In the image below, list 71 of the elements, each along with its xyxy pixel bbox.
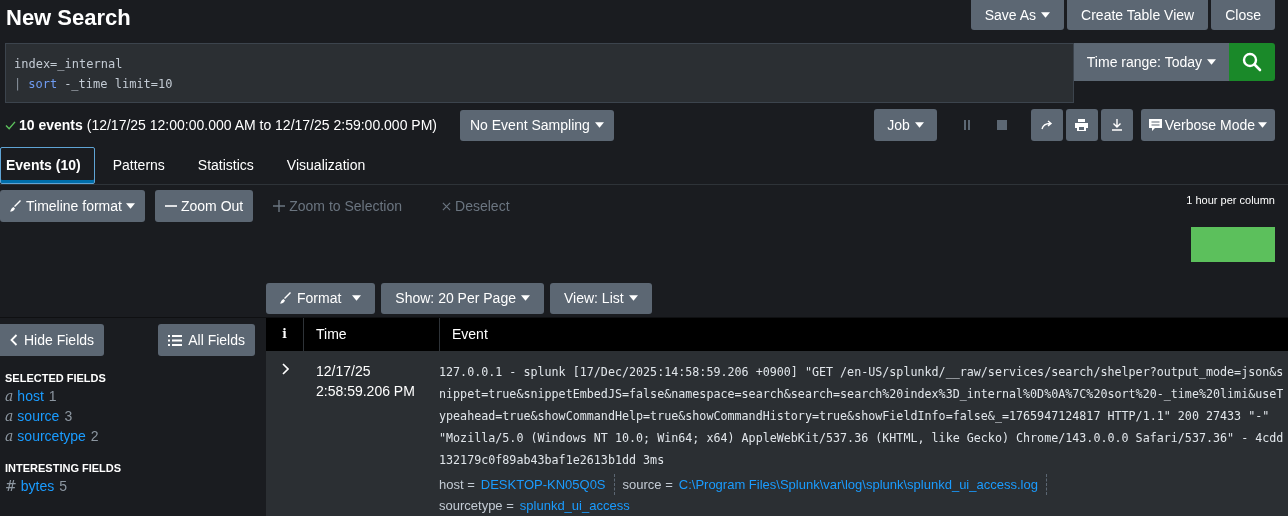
sampling-dropdown[interactable]: No Event Sampling: [460, 109, 614, 141]
check-icon: [5, 120, 16, 130]
caret-icon: [521, 295, 530, 302]
field-count: 5: [59, 478, 67, 494]
timeline-button[interactable]: Timeline format: [0, 190, 145, 222]
print-icon: [1075, 119, 1089, 131]
field-section-title: INTERESTING FIELDS: [5, 462, 123, 474]
search-button[interactable]: [1229, 43, 1275, 81]
field-link[interactable]: bytes: [20, 478, 55, 494]
header-button[interactable]: Create Table View: [1067, 0, 1209, 30]
job-menu-button[interactable]: Job: [874, 109, 937, 141]
header-button[interactable]: Save As: [970, 0, 1065, 30]
brush-icon: [10, 200, 22, 212]
share-icon: [1040, 120, 1053, 130]
comment-icon: [1148, 118, 1162, 132]
field-link[interactable]: sourcetype: [17, 428, 86, 444]
caret-icon: [1258, 122, 1267, 128]
caret-icon: [594, 122, 604, 128]
chevron-left-icon: [10, 334, 18, 346]
field-count: 3: [64, 408, 73, 424]
field-type-glyph: a: [5, 388, 14, 404]
hide-fields-button[interactable]: Hide Fields: [0, 324, 105, 356]
column-header: Event: [451, 325, 489, 344]
field-type-glyph: #: [5, 478, 17, 494]
field-value-link[interactable]: DESKTOP-KN05Q0S: [480, 477, 606, 492]
results-tab[interactable]: Statistics: [179, 147, 269, 184]
download-button[interactable]: [1100, 109, 1133, 141]
search-icon: [1242, 52, 1262, 72]
results-toolbar-button[interactable]: View: List: [550, 282, 652, 314]
field-key: sourcetype =: [439, 498, 514, 513]
caret-icon: [352, 295, 362, 302]
field-section-title: SELECTED FIELDS: [5, 372, 107, 384]
plus-icon: [273, 200, 286, 212]
field-type-glyph: a: [5, 428, 14, 444]
expand-icon[interactable]: [281, 363, 289, 375]
share-button[interactable]: [1030, 109, 1063, 141]
header-button[interactable]: Close: [1211, 0, 1275, 30]
results-toolbar-button[interactable]: Show: 20 Per Page: [381, 282, 544, 314]
field-link[interactable]: source: [17, 408, 60, 424]
caret-icon: [628, 295, 638, 302]
field-link[interactable]: host: [17, 388, 44, 404]
results-toolbar-button[interactable]: Format: [266, 282, 376, 314]
caret-icon: [1207, 59, 1216, 65]
search-mode-dropdown[interactable]: Verbose Mode: [1140, 109, 1275, 141]
list-icon: [168, 334, 183, 346]
caret-icon: [125, 203, 135, 209]
all-fields-button[interactable]: All Fields: [158, 324, 255, 356]
event-summary: 10 events (12/17/25 12:00:00.000 AM to 12/17/25 2:59:00.000 PM): [19, 117, 437, 133]
results-tab[interactable]: Events (10): [0, 147, 95, 184]
close-icon: [442, 201, 452, 211]
field-count: 2: [90, 428, 99, 444]
field-value-link[interactable]: C:\Program Files\Splunk\var\log\splunk\splunkd_ui_access.log: [678, 477, 1038, 492]
caret-icon: [1041, 12, 1051, 18]
download-icon: [1110, 119, 1123, 131]
brush-icon: [280, 292, 292, 305]
field-type-glyph: a: [5, 408, 14, 424]
field-count: 1: [48, 388, 57, 404]
event-time: 12/17/25 2:58:59.206 PM: [315, 362, 416, 401]
timeline-button[interactable]: Zoom Out: [154, 190, 254, 222]
timeline-scale-label: 1 hour per column: [1186, 194, 1275, 206]
results-tab[interactable]: Visualization: [268, 147, 381, 184]
field-key: host =: [439, 477, 475, 492]
print-button[interactable]: [1065, 109, 1098, 141]
caret-icon: [914, 122, 924, 128]
search-query-field[interactable]: index=_internal | sort -_time limit=10: [5, 43, 1074, 103]
field-key: source =: [622, 477, 673, 492]
time-range-button[interactable]: Time range: Today: [1073, 43, 1229, 81]
event-raw-text: 127.0.0.1 - splunk [17/Dec/2025:14:58:59.206 +0900] "GET /en-US/splunkd/__raw/services/search/shelper?output_mode=json&snippet=true&snippetEmbedJS=false&namespace=search&search=search%20index%3D_internal%0D%0A%7C%20sort%20-_time%20limi&useTypeahead=true&showCommandHelp=true&showCommandHistory=true&showFieldInfo=false&_=1765947124817 HTTP/1.1" 200 27433 "-" "Mozilla/5.0 (Windows NT 10.0; Win64; x64) AppleWebKit/537.36 (KHTML, like Gecko) Chrome/143.0.0.0 Safari/537.36" - 4cdd132179c0f89ab43baf1e2613b1dd 3ms: [439, 364, 1284, 469]
field-value-link[interactable]: splunkd_ui_access: [519, 498, 630, 513]
results-tab[interactable]: Patterns: [94, 147, 180, 184]
page-title: New Search: [6, 5, 131, 32]
